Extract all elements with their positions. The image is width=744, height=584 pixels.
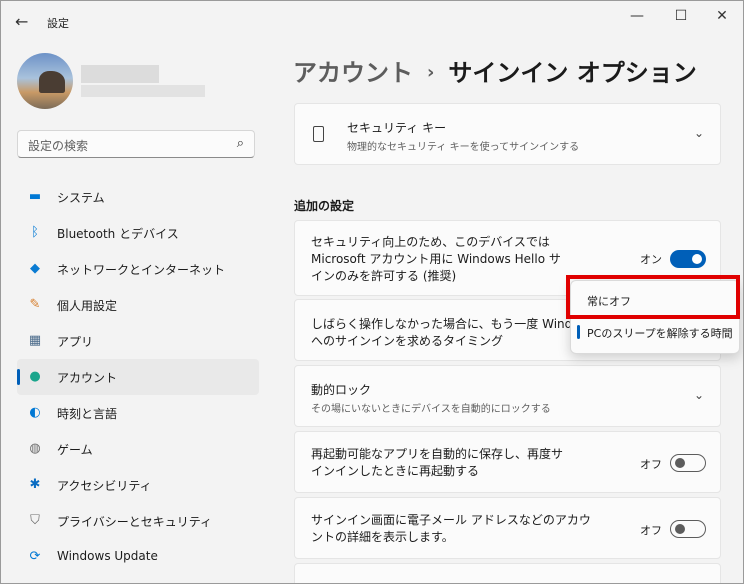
user-avatar [17, 53, 73, 109]
dropdown-option-label: PCのスリープを解除する時間 [587, 327, 733, 340]
account-icon: ● [29, 369, 41, 384]
user-email-redacted [81, 85, 205, 97]
restart-apps-line1: 再起動可能なアプリを自動的に保存し、再度サ [311, 447, 564, 461]
search-icon[interactable]: ⌕ [237, 136, 244, 151]
sidebar-item-apps[interactable]: ▦ アプリ [17, 323, 259, 359]
additional-settings-heading: 追加の設定 [294, 199, 355, 213]
sidebar-item-gamepad[interactable]: ◍ ゲーム [17, 431, 259, 467]
show-account-line2: ントの詳細を表示します。 [311, 530, 454, 544]
restart-apps-line2: インインしたときに再起動する [311, 464, 480, 478]
show-account-toggle[interactable] [670, 520, 706, 538]
sidebar-nav: ▬ システム ᛒ Bluetooth とデバイス ◆ ネットワークとインターネット ✎ 個人用… [17, 179, 259, 575]
sidebar-item-wifi[interactable]: ◆ ネットワークとインターネット [17, 251, 259, 287]
hello-only-line1: セキュリティ向上のため、このデバイスでは [311, 235, 550, 249]
security-key-subtitle: 物理的なセキュリティ キーを使ってサインインする [347, 142, 580, 153]
dropdown-option-wake-from-sleep[interactable]: PCのスリープを解除する時間 [575, 317, 735, 347]
security-key-card[interactable]: セキュリティ キー 物理的なセキュリティ キーを使ってサインインする ⌄ [294, 103, 721, 165]
sidebar-item-label: ゲーム [57, 443, 93, 457]
sidebar-item-label: 時刻と言語 [57, 407, 118, 421]
sidebar-item-account[interactable]: ● アカウント [17, 359, 259, 395]
wifi-icon: ◆ [30, 261, 40, 276]
dynamic-lock-title: 動的ロック [311, 383, 372, 397]
hello-only-state: オン [640, 253, 662, 266]
sidebar-item-label: アクセシビリティ [57, 479, 152, 493]
breadcrumb-separator-icon: › [427, 62, 435, 83]
annotation-highlight-box [566, 275, 740, 319]
restart-apps-state: オフ [640, 458, 662, 471]
gamepad-icon: ◍ [29, 441, 41, 456]
security-key-title: セキュリティ キー [347, 121, 447, 135]
dynamic-lock-subtitle: その場にいないときにデバイスを自動的にロックする [311, 404, 551, 415]
hello-only-line3: インのみを許可する (推奨) [311, 269, 457, 283]
show-account-card: サインイン画面に電子メール アドレスなどのアカウ ントの詳細を表示します。 オフ [294, 497, 721, 559]
update-icon: ⟳ [29, 549, 41, 564]
brush-icon: ✎ [29, 297, 41, 312]
next-setting-card-partial [294, 563, 721, 583]
show-account-state: オフ [640, 524, 662, 537]
user-name-redacted [81, 65, 159, 83]
bluetooth-icon: ᛒ [31, 225, 39, 240]
sidebar-item-globe-clock[interactable]: ◐ 時刻と言語 [17, 395, 259, 431]
require-signin-line2: へのサインインを求めるタイミング [311, 334, 504, 348]
app-title: 設定 [47, 17, 69, 30]
shield-icon: ⛉ [30, 513, 40, 528]
apps-icon: ▦ [28, 333, 42, 348]
dynamic-lock-card[interactable]: 動的ロック その場にいないときにデバイスを自動的にロックする ⌄ [294, 365, 721, 427]
sidebar-item-label: アカウント [57, 371, 118, 385]
restart-apps-card: 再起動可能なアプリを自動的に保存し、再度サ インインしたときに再起動する オフ [294, 431, 721, 493]
sidebar-item-label: システム [57, 191, 105, 205]
sidebar-item-accessibility[interactable]: ✱ アクセシビリティ [17, 467, 259, 503]
minimize-button[interactable]: — [621, 7, 653, 25]
show-account-line1: サインイン画面に電子メール アドレスなどのアカウ [311, 513, 591, 527]
sidebar-item-bluetooth[interactable]: ᛒ Bluetooth とデバイス [17, 215, 259, 251]
close-button[interactable]: ✕ [706, 7, 738, 25]
chevron-down-icon[interactable]: ⌄ [694, 126, 704, 140]
back-arrow-icon[interactable]: ← [15, 13, 33, 31]
sidebar-item-label: 個人用設定 [57, 299, 118, 313]
hello-only-toggle[interactable] [670, 250, 706, 268]
require-signin-line1: しばらく操作しなかった場合に、もう一度 Windows [311, 317, 596, 331]
breadcrumb-parent[interactable]: アカウント [293, 59, 413, 87]
breadcrumb: アカウント › サインイン オプション [293, 53, 697, 88]
settings-window: ← 設定 — ☐ ✕ 設定の検索 ⌕ ▬ システム ᛒ Bluetooth とデバイス… [0, 0, 744, 584]
sidebar-item-label: アプリ [57, 335, 94, 349]
sidebar-item-brush[interactable]: ✎ 個人用設定 [17, 287, 259, 323]
sidebar-item-label: ネットワークとインターネット [57, 263, 226, 277]
sidebar-item-update[interactable]: ⟳ Windows Update [17, 539, 259, 575]
usb-key-icon [313, 126, 324, 142]
sidebar-item-label: Windows Update [57, 549, 158, 563]
sidebar-item-label: Bluetooth とデバイス [57, 227, 179, 241]
settings-search-box[interactable]: 設定の検索 ⌕ [17, 130, 255, 158]
sidebar-item-shield[interactable]: ⛉ プライバシーとセキュリティ [17, 503, 259, 539]
sidebar-item-label: プライバシーとセキュリティ [57, 515, 213, 529]
accessibility-icon: ✱ [29, 477, 41, 492]
monitor-icon: ▬ [28, 189, 42, 204]
page-title: サインイン オプション [448, 59, 697, 87]
globe-clock-icon: ◐ [29, 405, 41, 420]
maximize-button[interactable]: ☐ [665, 7, 697, 25]
search-placeholder: 設定の検索 [28, 139, 89, 153]
restart-apps-toggle[interactable] [670, 454, 706, 472]
sidebar-item-monitor[interactable]: ▬ システム [17, 179, 259, 215]
title-bar: ← 設定 — ☐ ✕ [1, 1, 743, 45]
chevron-down-icon[interactable]: ⌄ [694, 388, 704, 402]
hello-only-line2: Microsoft アカウント用に Windows Hello サ [311, 252, 561, 266]
